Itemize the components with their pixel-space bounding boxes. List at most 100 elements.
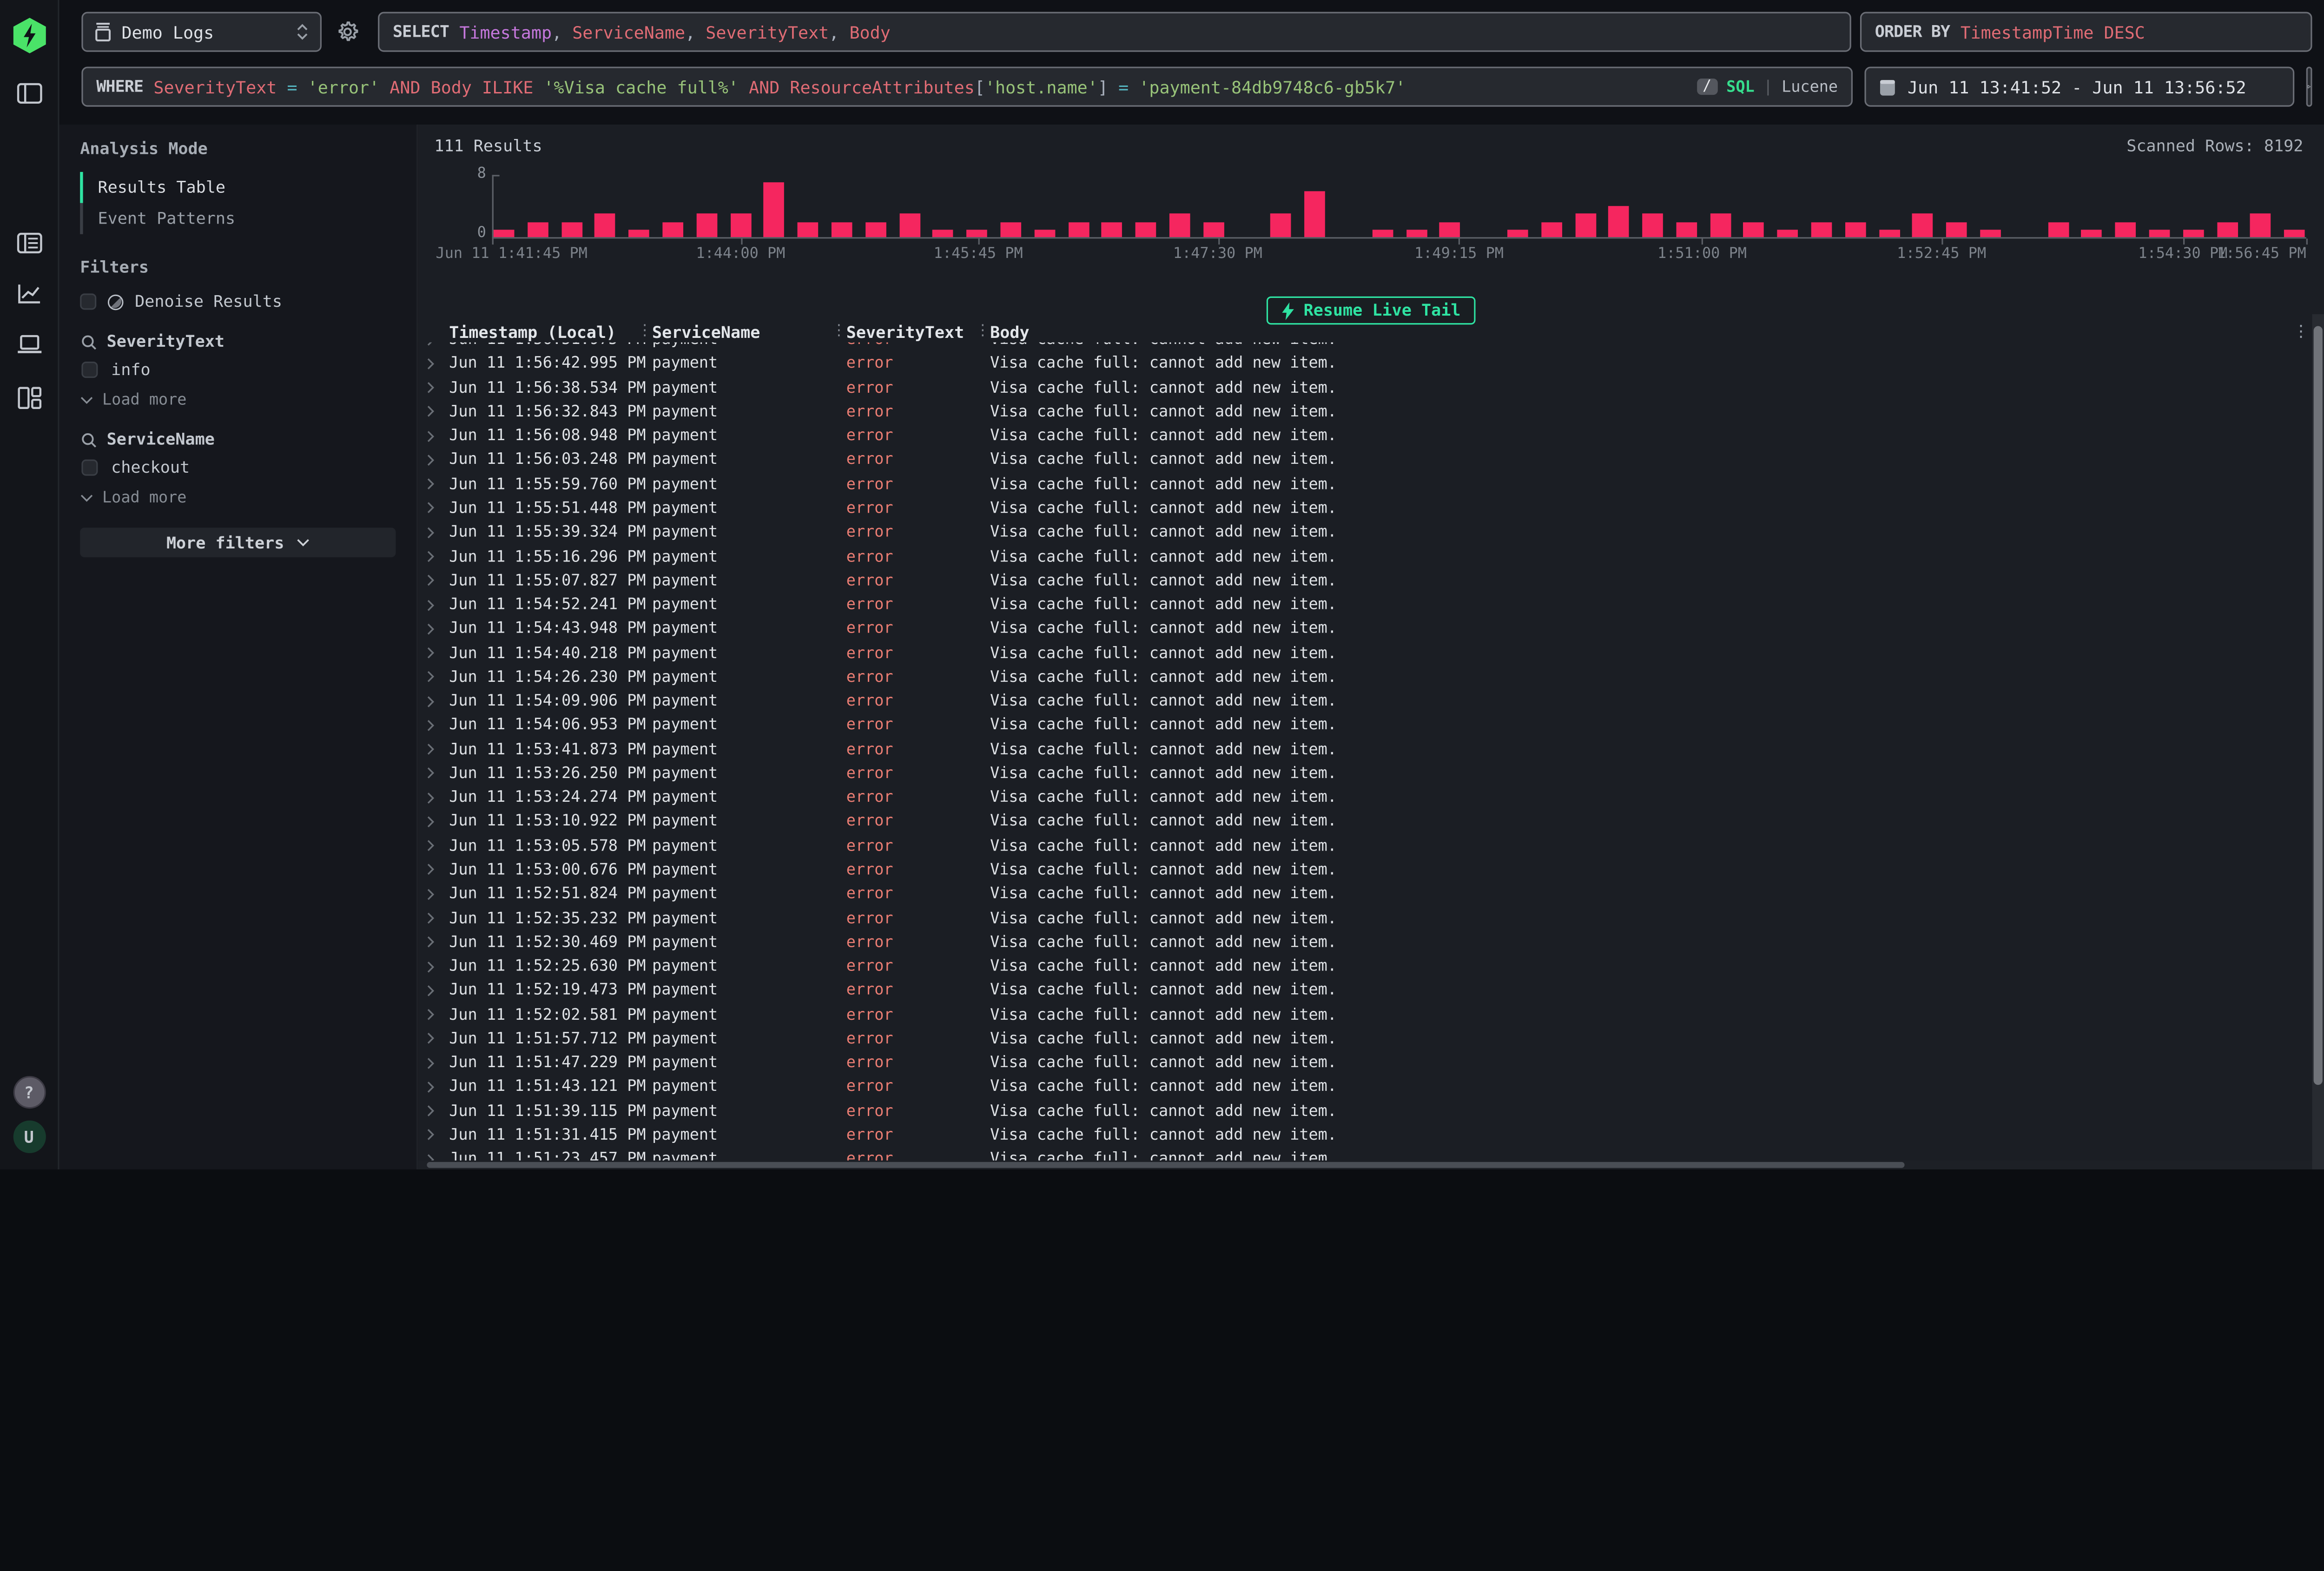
expand-chevron-icon[interactable]	[427, 1032, 449, 1045]
run-query-button[interactable]	[2306, 66, 2312, 106]
vertical-scrollbar[interactable]	[2312, 314, 2324, 1169]
chart-explorer-icon[interactable]	[17, 283, 41, 304]
log-row[interactable]: Jun 11 1:55:39.324 PMpaymenterrorVisa ca…	[418, 521, 2312, 545]
horizontal-scrollbar[interactable]	[418, 1161, 2312, 1169]
mode-item-results-table[interactable]: Results Table	[80, 172, 396, 203]
dashboards-icon[interactable]	[17, 387, 41, 409]
log-row[interactable]: Jun 11 1:51:39.115 PMpaymenterrorVisa ca…	[418, 1099, 2312, 1123]
log-row[interactable]: Jun 11 1:53:05.578 PMpaymenterrorVisa ca…	[418, 834, 2312, 858]
log-row[interactable]: Jun 11 1:51:57.712 PMpaymenterrorVisa ca…	[418, 1027, 2312, 1051]
expand-chevron-icon[interactable]	[427, 550, 449, 563]
expand-chevron-icon[interactable]	[427, 429, 449, 443]
expand-chevron-icon[interactable]	[427, 405, 449, 419]
log-row[interactable]: Jun 11 1:51:43.121 PMpaymenterrorVisa ca…	[418, 1075, 2312, 1099]
log-row[interactable]: Jun 11 1:54:43.948 PMpaymenterrorVisa ca…	[418, 617, 2312, 641]
column-header-body[interactable]: ⋮Body⋮	[990, 323, 2312, 342]
select-clause-input[interactable]: SELECT Timestamp, ServiceName, SeverityT…	[378, 12, 1851, 52]
app-logo-icon[interactable]	[13, 18, 45, 53]
filter-option-info[interactable]: info	[80, 360, 396, 379]
log-row[interactable]: Jun 11 1:53:41.873 PMpaymenterrorVisa ca…	[418, 737, 2312, 761]
expand-chevron-icon[interactable]	[427, 911, 449, 925]
expand-chevron-icon[interactable]	[427, 381, 449, 395]
column-resize-handle[interactable]: ⋮	[832, 322, 846, 341]
help-button[interactable]: ?	[13, 1076, 45, 1109]
histogram-bars[interactable]	[494, 175, 2306, 237]
column-header-severitytext[interactable]: ⋮SeverityText	[846, 323, 990, 342]
checkbox[interactable]	[81, 362, 98, 378]
expand-chevron-icon[interactable]	[427, 887, 449, 901]
log-row[interactable]: Jun 11 1:56:32.843 PMpaymenterrorVisa ca…	[418, 400, 2312, 424]
column-resize-handle[interactable]: ⋮	[637, 322, 652, 341]
source-settings-gear-icon[interactable]	[335, 19, 360, 44]
horizontal-scrollbar-thumb[interactable]	[427, 1162, 1904, 1168]
load-more-button[interactable]: Load more	[80, 489, 396, 507]
expand-chevron-icon[interactable]	[427, 694, 449, 708]
expand-chevron-icon[interactable]	[427, 477, 449, 491]
log-row[interactable]: Jun 11 1:51:47.229 PMpaymenterrorVisa ca…	[418, 1051, 2312, 1075]
expand-chevron-icon[interactable]	[427, 960, 449, 973]
expand-chevron-icon[interactable]	[427, 574, 449, 587]
sidebar-toggle-icon[interactable]	[16, 83, 41, 104]
expand-chevron-icon[interactable]	[427, 502, 449, 515]
resume-live-tail-button[interactable]: Resume Live Tail	[1267, 297, 1476, 325]
log-row[interactable]: Jun 11 1:54:06.953 PMpaymenterrorVisa ca…	[418, 713, 2312, 738]
filter-field-search[interactable]: ServiceName	[80, 430, 396, 449]
time-range-picker[interactable]: Jun 11 13:41:52 - Jun 11 13:56:52	[1864, 66, 2294, 106]
sessions-icon[interactable]	[16, 335, 41, 354]
log-row[interactable]: Jun 11 1:52:35.232 PMpaymenterrorVisa ca…	[418, 906, 2312, 931]
log-row[interactable]: Jun 11 1:52:19.473 PMpaymenterrorVisa ca…	[418, 978, 2312, 1003]
denoise-results-toggle[interactable]: Denoise Results	[80, 292, 396, 311]
log-row[interactable]: Jun 11 1:56:42.995 PMpaymenterrorVisa ca…	[418, 352, 2312, 376]
expand-chevron-icon[interactable]	[427, 670, 449, 684]
log-row[interactable]: Jun 11 1:55:51.448 PMpaymenterrorVisa ca…	[418, 496, 2312, 521]
log-row[interactable]: Jun 11 1:51:23.457 PMpaymenterrorVisa ca…	[418, 1147, 2312, 1161]
log-row[interactable]: Jun 11 1:54:26.230 PMpaymenterrorVisa ca…	[418, 665, 2312, 689]
expand-chevron-icon[interactable]	[427, 839, 449, 852]
log-row[interactable]: Jun 11 1:52:51.824 PMpaymenterrorVisa ca…	[418, 882, 2312, 906]
expand-chevron-icon[interactable]	[427, 454, 449, 467]
column-header-servicename[interactable]: ⋮ServiceName	[652, 323, 846, 342]
log-row[interactable]: Jun 11 1:52:25.630 PMpaymenterrorVisa ca…	[418, 954, 2312, 978]
log-row[interactable]: Jun 11 1:51:31.415 PMpaymenterrorVisa ca…	[418, 1123, 2312, 1147]
expand-chevron-icon[interactable]	[427, 1080, 449, 1094]
log-row[interactable]: Jun 11 1:52:02.581 PMpaymenterrorVisa ca…	[418, 1003, 2312, 1027]
mode-item-event-patterns[interactable]: Event Patterns	[80, 203, 396, 234]
expand-chevron-icon[interactable]	[427, 984, 449, 997]
table-options-kebab-icon[interactable]: ⋮	[2293, 322, 2309, 341]
expand-chevron-icon[interactable]	[427, 526, 449, 539]
log-row[interactable]: Jun 11 1:53:10.922 PMpaymenterrorVisa ca…	[418, 810, 2312, 834]
expand-chevron-icon[interactable]	[427, 357, 449, 370]
more-filters-button[interactable]: More filters	[80, 528, 396, 557]
log-row[interactable]: Jun 11 1:54:09.906 PMpaymenterrorVisa ca…	[418, 689, 2312, 713]
expand-chevron-icon[interactable]	[427, 1008, 449, 1022]
log-row[interactable]: Jun 11 1:53:00.676 PMpaymenterrorVisa ca…	[418, 858, 2312, 882]
log-row[interactable]: Jun 11 1:55:07.827 PMpaymenterrorVisa ca…	[418, 568, 2312, 593]
log-row[interactable]: Jun 11 1:55:16.296 PMpaymenterrorVisa ca…	[418, 545, 2312, 569]
order-by-input[interactable]: ORDER BY TimestampTime DESC	[1860, 12, 2312, 52]
column-resize-handle[interactable]: ⋮	[975, 322, 990, 341]
filter-option-checkout[interactable]: checkout	[80, 458, 396, 477]
column-header-timestamp[interactable]: Timestamp (Local)	[449, 323, 652, 342]
filter-field-search[interactable]: SeverityText	[80, 332, 396, 351]
log-row[interactable]: Jun 11 1:55:59.760 PMpaymenterrorVisa ca…	[418, 472, 2312, 496]
expand-chevron-icon[interactable]	[427, 1153, 449, 1161]
expand-chevron-icon[interactable]	[427, 1104, 449, 1118]
denoise-checkbox[interactable]	[80, 293, 96, 310]
where-clause-input[interactable]: WHERE SeverityText = 'error' AND Body IL…	[81, 66, 1853, 106]
load-more-button[interactable]: Load more	[80, 391, 396, 409]
expand-chevron-icon[interactable]	[427, 791, 449, 805]
expand-chevron-icon[interactable]	[427, 936, 449, 949]
lucene-mode-option[interactable]: Lucene	[1782, 78, 1838, 95]
log-row[interactable]: Jun 11 1:54:52.241 PMpaymenterrorVisa ca…	[418, 593, 2312, 617]
expand-chevron-icon[interactable]	[427, 863, 449, 877]
checkbox[interactable]	[81, 460, 98, 476]
log-row[interactable]: Jun 11 1:56:08.948 PMpaymenterrorVisa ca…	[418, 424, 2312, 448]
log-row[interactable]: Jun 11 1:52:30.469 PMpaymenterrorVisa ca…	[418, 930, 2312, 954]
vertical-scrollbar-thumb[interactable]	[2314, 326, 2323, 1085]
expand-chevron-icon[interactable]	[427, 1056, 449, 1069]
log-row[interactable]: Jun 11 1:53:24.274 PMpaymenterrorVisa ca…	[418, 786, 2312, 810]
search-logs-icon[interactable]	[16, 233, 41, 254]
log-row[interactable]: Jun 11 1:56:03.248 PMpaymenterrorVisa ca…	[418, 448, 2312, 472]
user-avatar[interactable]: U	[13, 1121, 45, 1153]
expand-chevron-icon[interactable]	[427, 622, 449, 636]
